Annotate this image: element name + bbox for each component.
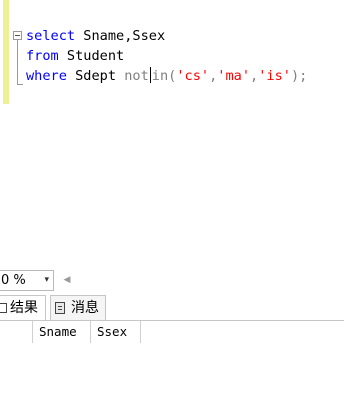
keyword-where: where	[26, 68, 67, 84]
string-is: 'is'	[258, 68, 291, 84]
tab-messages-label: 消息	[71, 300, 99, 316]
tab-messages[interactable]: 消息	[50, 295, 106, 320]
string-cs: 'cs'	[176, 68, 210, 84]
keyword-select: select	[26, 28, 76, 44]
table-name: Student	[58, 48, 125, 64]
keyword-from: from	[26, 48, 59, 64]
grid-icon	[0, 303, 7, 313]
query-editor[interactable]: select Sname,Ssex from Student where Sde…	[0, 0, 344, 266]
zoom-dropdown[interactable]: 0 % ▾	[0, 270, 54, 291]
string-ma: 'ma'	[217, 68, 251, 84]
select-columns: Sname,Ssex	[75, 28, 166, 44]
text-caret	[149, 67, 151, 83]
column-header-ssex[interactable]: Ssex	[91, 321, 141, 343]
paren-close: )	[290, 68, 300, 84]
horizontal-scrollbar[interactable]	[76, 271, 344, 290]
results-grid[interactable]: Sname Ssex	[0, 321, 344, 415]
editor-status-bar: 0 % ▾ ◀	[0, 270, 344, 292]
comma-2: ,	[250, 68, 259, 84]
operator-in: in	[151, 68, 169, 84]
outline-end	[17, 84, 23, 85]
collapse-icon[interactable]	[13, 31, 22, 40]
semicolon: ;	[299, 68, 308, 84]
column-sdept: Sdept	[66, 68, 125, 84]
chevron-down-icon[interactable]: ▾	[44, 271, 49, 290]
code-line-2: from Student	[26, 48, 124, 64]
outline-line	[17, 40, 18, 84]
column-header-sname[interactable]: Sname	[33, 321, 91, 343]
grid-corner[interactable]	[0, 321, 33, 343]
tab-results-label: 结果	[10, 300, 38, 316]
code-line-3: where Sdept not in('cs','ma','is');	[26, 67, 308, 84]
sql-code[interactable]: select Sname,Ssex from Student where Sde…	[26, 26, 307, 86]
change-tracking-bar	[3, 0, 9, 104]
tab-results[interactable]: 结果	[0, 295, 46, 320]
message-icon	[55, 302, 65, 314]
operator-not: not	[124, 68, 149, 84]
results-tabs: 结果 消息	[0, 295, 344, 321]
scroll-left-icon[interactable]: ◀	[60, 270, 74, 291]
zoom-value: 0 %	[1, 273, 26, 288]
code-line-1: select Sname,Ssex	[26, 28, 165, 44]
